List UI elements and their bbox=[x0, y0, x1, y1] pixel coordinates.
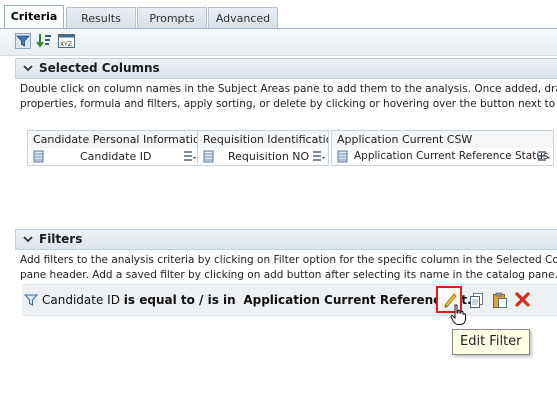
column-folder-application: Application Current CSW bbox=[331, 130, 554, 149]
selected-columns-title: Selected Columns bbox=[39, 61, 160, 75]
tab-bar: Criteria Results Prompts Advanced bbox=[0, 0, 557, 30]
criteria-toolbar: XYZ bbox=[0, 29, 557, 56]
column-name: Candidate ID bbox=[80, 150, 152, 163]
filters-description-line1: Add filters to the analysis criteria by … bbox=[20, 254, 557, 266]
hand-cursor-icon bbox=[450, 304, 466, 325]
column-icon bbox=[203, 150, 214, 163]
column-icon bbox=[33, 150, 44, 163]
paste-icon[interactable] bbox=[492, 292, 508, 308]
column-options-icon[interactable] bbox=[184, 151, 196, 161]
edit-filter-tooltip: Edit Filter bbox=[452, 329, 530, 355]
selected-columns-header[interactable]: Selected Columns bbox=[15, 58, 557, 79]
filter-column: Candidate ID bbox=[42, 293, 120, 307]
column-requisition-no[interactable]: Requisition NO bbox=[197, 148, 329, 166]
column-application-status[interactable]: Application Current Reference Status bbox=[331, 148, 554, 166]
filters-description-line2: pane header. Add a saved filter by click… bbox=[20, 269, 557, 281]
selected-columns-description-line2: properties, formula and filters, apply s… bbox=[20, 98, 557, 110]
tab-prompts[interactable]: Prompts bbox=[137, 7, 207, 29]
filter-icon bbox=[24, 294, 38, 306]
column-name: Application Current Reference Status bbox=[354, 150, 549, 162]
chevron-down-icon[interactable] bbox=[22, 62, 34, 74]
selected-columns-description-line1: Double click on column names in the Subj… bbox=[20, 83, 557, 95]
tab-advanced[interactable]: Advanced bbox=[208, 7, 278, 29]
selected-columns-panel: Selected Columns Double click on column … bbox=[15, 58, 557, 218]
tab-criteria[interactable]: Criteria bbox=[4, 5, 64, 30]
column-options-icon[interactable] bbox=[313, 151, 325, 161]
filters-header[interactable]: Filters bbox=[15, 229, 557, 250]
copy-icon[interactable] bbox=[469, 292, 485, 308]
column-folder-candidate: Candidate Personal Information bbox=[27, 130, 200, 149]
tab-results[interactable]: Results bbox=[66, 7, 136, 29]
filters-title: Filters bbox=[39, 232, 83, 246]
column-list: Candidate Personal Information Candidate… bbox=[15, 130, 557, 168]
column-name: Requisition NO bbox=[228, 150, 310, 163]
column-folder-requisition: Requisition Identification bbox=[197, 130, 329, 149]
column-icon bbox=[337, 150, 348, 163]
column-options-icon[interactable] bbox=[538, 151, 550, 161]
filter-icon[interactable] bbox=[15, 33, 31, 49]
filter-operator: is equal to / is in bbox=[123, 293, 236, 307]
filter-row[interactable]: Candidate ID is equal to / is in Applica… bbox=[22, 284, 557, 316]
delete-icon[interactable] bbox=[515, 292, 530, 307]
svg-text:XYZ: XYZ bbox=[60, 41, 72, 48]
column-candidate-id[interactable]: Candidate ID bbox=[27, 148, 200, 166]
filter-expression: Candidate ID is equal to / is in Applica… bbox=[42, 293, 476, 307]
sort-icon[interactable] bbox=[36, 33, 52, 49]
chevron-down-icon[interactable] bbox=[22, 233, 34, 245]
sql-icon[interactable]: XYZ bbox=[58, 33, 75, 49]
